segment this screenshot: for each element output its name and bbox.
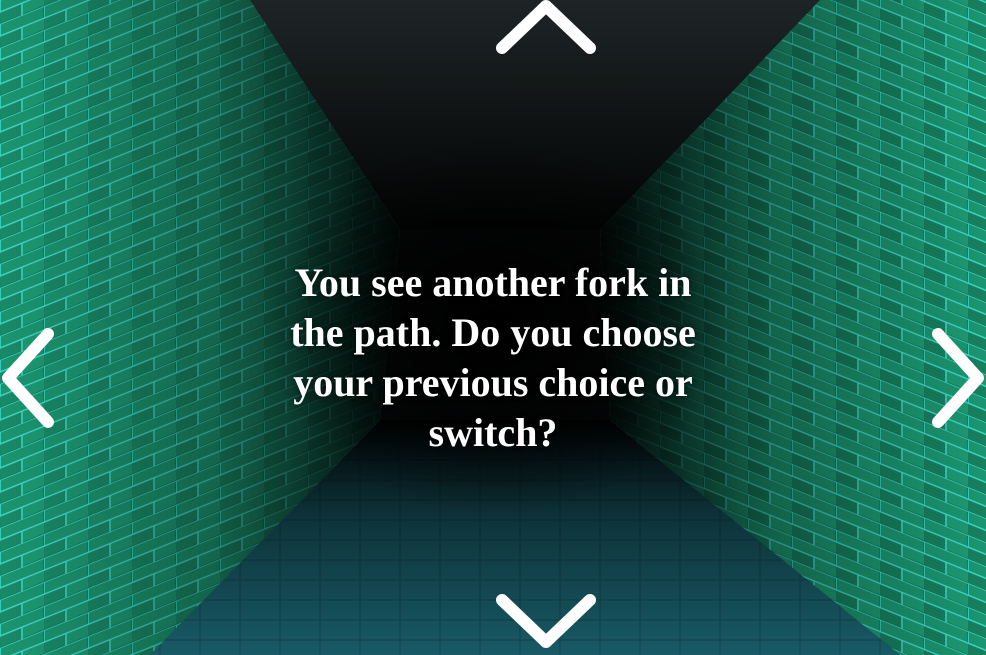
nav-up-button[interactable] [494, 0, 598, 56]
chevron-left-icon [2, 328, 54, 428]
nav-down-button[interactable] [494, 590, 598, 650]
chevron-up-icon [496, 0, 596, 54]
nav-right-button[interactable] [928, 326, 986, 430]
game-scene: You see another fork in the path. Do you… [0, 0, 986, 655]
story-prompt: You see another fork in the path. Do you… [290, 260, 696, 455]
chevron-right-icon [932, 328, 984, 428]
chevron-down-icon [496, 594, 596, 648]
nav-left-button[interactable] [0, 326, 58, 430]
